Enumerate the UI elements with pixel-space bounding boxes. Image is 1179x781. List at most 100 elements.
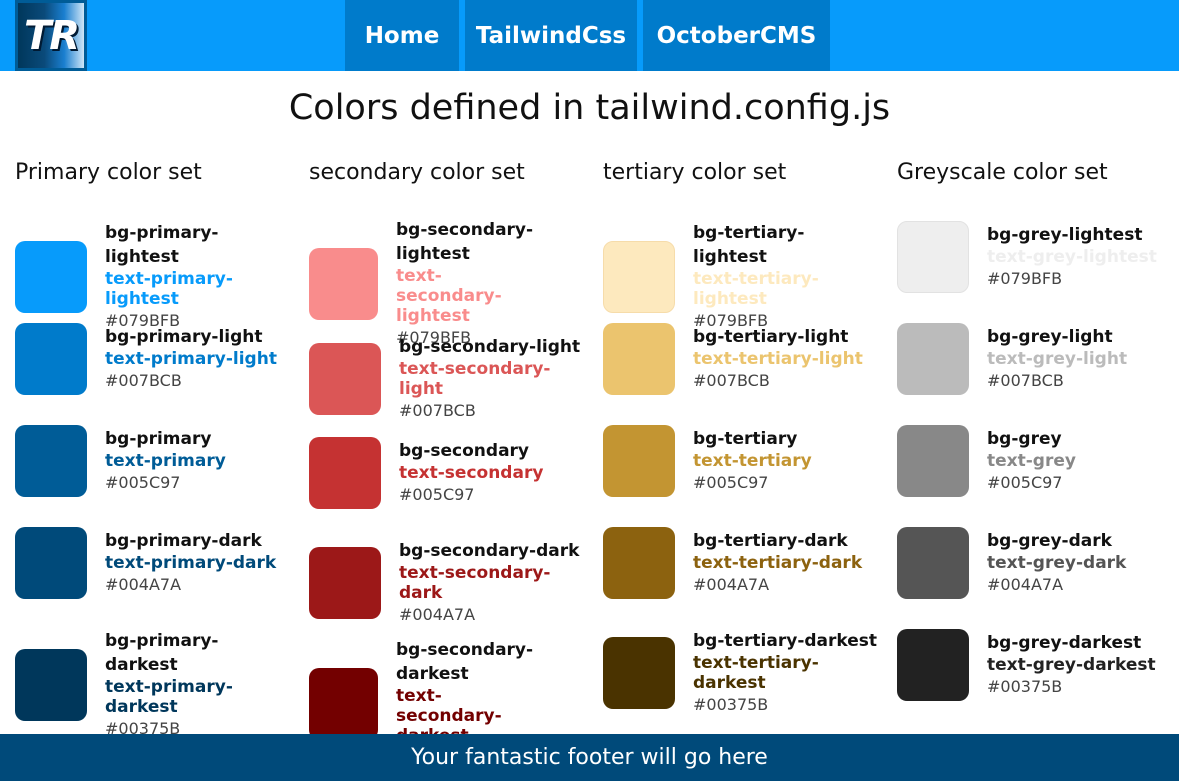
- color-item: bg-primary text-primary #005C97: [15, 425, 290, 497]
- nav-tailwindcss[interactable]: TailwindCss: [465, 0, 637, 71]
- page-title: Colors defined in tailwind.config.js: [288, 88, 891, 128]
- text-class-name: text-secondary-light: [399, 359, 551, 399]
- bg-class-name: bg-secondary-light: [399, 337, 581, 357]
- bg-class-name: bg-secondary: [399, 441, 530, 461]
- color-swatch: [309, 668, 378, 740]
- logo[interactable]: TR: [15, 0, 87, 71]
- color-swatch: [309, 343, 381, 415]
- bg-class-name: bg-grey: [987, 429, 1062, 449]
- bg-class-name: bg-tertiary-darkest: [693, 631, 878, 651]
- footer-text: Your fantastic footer will go here: [411, 745, 768, 770]
- nav-octobercms[interactable]: OctoberCMS: [643, 0, 830, 71]
- text-class-name: text-tertiary-light: [693, 349, 863, 369]
- hex-value: #005C97: [399, 485, 475, 504]
- color-swatch: [603, 637, 675, 709]
- bg-class-name: bg-grey-lightest: [987, 225, 1143, 245]
- bg-class-name: bg-tertiary-lightest: [693, 223, 805, 267]
- color-set-secondary: secondary color set bg-secondary-lightes…: [309, 160, 599, 767]
- text-class-name: text-tertiary-darkest: [693, 653, 819, 693]
- color-set-title: Primary color set: [15, 160, 202, 185]
- color-item: bg-primary-lightest text-primary-lightes…: [15, 221, 290, 333]
- bg-class-name: bg-tertiary: [693, 429, 798, 449]
- text-class-name: text-primary: [105, 451, 226, 471]
- color-swatch: [309, 547, 381, 619]
- color-swatch: [897, 323, 969, 395]
- hex-value: #004A7A: [399, 605, 476, 624]
- bg-class-name: bg-primary-light: [105, 327, 263, 347]
- color-swatch: [897, 527, 969, 599]
- color-item: bg-grey-darkest text-grey-darkest #00375…: [897, 629, 1167, 701]
- text-class-name: text-primary-dark: [105, 553, 277, 573]
- hex-value: #007BCB: [399, 401, 476, 420]
- text-class-name: text-grey: [987, 451, 1076, 471]
- color-set-title: tertiary color set: [603, 160, 787, 185]
- color-set-tertiary: tertiary color set bg-tertiary-lightest …: [603, 160, 893, 714]
- hex-value: #007BCB: [105, 371, 182, 390]
- color-set-greyscale: Greyscale color set bg-grey-lightest tex…: [897, 160, 1179, 701]
- color-swatch: [15, 323, 87, 395]
- color-swatch: [309, 248, 378, 320]
- bg-class-name: bg-primary: [105, 429, 212, 449]
- logo-badge: TR: [18, 3, 84, 68]
- color-item: bg-grey-dark text-grey-dark #004A7A: [897, 527, 1167, 599]
- color-swatch: [897, 221, 969, 293]
- nav-home[interactable]: Home: [345, 0, 459, 71]
- bg-class-name: bg-grey-light: [987, 327, 1113, 347]
- text-class-name: text-primary-darkest: [105, 677, 233, 717]
- color-swatch: [897, 629, 969, 701]
- hex-value: #004A7A: [693, 575, 770, 594]
- color-item: bg-primary-light text-primary-light #007…: [15, 323, 290, 395]
- color-item: bg-tertiary-darkest text-tertiary-darkes…: [603, 629, 878, 717]
- color-item: bg-grey text-grey #005C97: [897, 425, 1167, 497]
- hex-value: #005C97: [105, 473, 181, 492]
- color-swatch: [15, 241, 87, 313]
- text-class-name: text-secondary-lightest: [396, 266, 502, 326]
- bg-class-name: bg-primary-dark: [105, 531, 262, 551]
- text-class-name: text-primary-lightest: [105, 269, 233, 309]
- color-swatch: [603, 425, 675, 497]
- text-class-name: text-grey-lightest: [987, 247, 1157, 267]
- hex-value: #005C97: [987, 473, 1063, 492]
- color-item: bg-secondary-lightest text-secondary-lig…: [309, 218, 586, 350]
- color-item: bg-tertiary-lightest text-tertiary-light…: [603, 221, 878, 333]
- color-swatch: [309, 437, 381, 509]
- hex-value: #00375B: [987, 677, 1063, 696]
- bg-class-name: bg-secondary-darkest: [396, 640, 534, 684]
- hex-value: #007BCB: [987, 371, 1064, 390]
- hex-value: #005C97: [693, 473, 769, 492]
- bg-class-name: bg-secondary-dark: [399, 541, 580, 561]
- color-item: bg-grey-lightest text-grey-lightest #079…: [897, 221, 1167, 293]
- color-swatch: [603, 527, 675, 599]
- color-item: bg-tertiary text-tertiary #005C97: [603, 425, 878, 497]
- color-item: bg-tertiary-light text-tertiary-light #0…: [603, 323, 878, 395]
- bg-class-name: bg-tertiary-dark: [693, 531, 848, 551]
- hex-value: #079BFB: [987, 269, 1063, 288]
- bg-class-name: bg-primary-darkest: [105, 631, 219, 675]
- text-class-name: text-grey-light: [987, 349, 1128, 369]
- text-class-name: text-tertiary: [693, 451, 812, 471]
- color-swatch: [15, 425, 87, 497]
- color-item: bg-primary-dark text-primary-dark #004A7…: [15, 527, 290, 599]
- hex-value: #007BCB: [693, 371, 770, 390]
- color-item: bg-grey-light text-grey-light #007BCB: [897, 323, 1167, 395]
- hex-value: #004A7A: [987, 575, 1064, 594]
- color-item: bg-tertiary-dark text-tertiary-dark #004…: [603, 527, 878, 599]
- text-class-name: text-tertiary-dark: [693, 553, 863, 573]
- text-class-name: text-secondary: [399, 463, 544, 483]
- text-class-name: text-primary-light: [105, 349, 277, 369]
- color-set-title: secondary color set: [309, 160, 525, 185]
- text-class-name: text-secondary-dark: [399, 563, 551, 603]
- bg-class-name: bg-grey-darkest: [987, 633, 1142, 653]
- color-swatch: [15, 527, 87, 599]
- color-item: bg-secondary-light text-secondary-light …: [309, 335, 589, 423]
- bg-class-name: bg-secondary-lightest: [396, 220, 534, 264]
- color-swatch: [897, 425, 969, 497]
- color-item: bg-secondary text-secondary #005C97: [309, 437, 589, 509]
- color-swatch: [603, 323, 675, 395]
- bg-class-name: bg-primary-lightest: [105, 223, 219, 267]
- color-set-primary: Primary color set bg-primary-lightest te…: [15, 160, 305, 738]
- color-swatch: [603, 241, 675, 313]
- bg-class-name: bg-tertiary-light: [693, 327, 849, 347]
- hex-value: #004A7A: [105, 575, 182, 594]
- color-swatch: [15, 649, 87, 721]
